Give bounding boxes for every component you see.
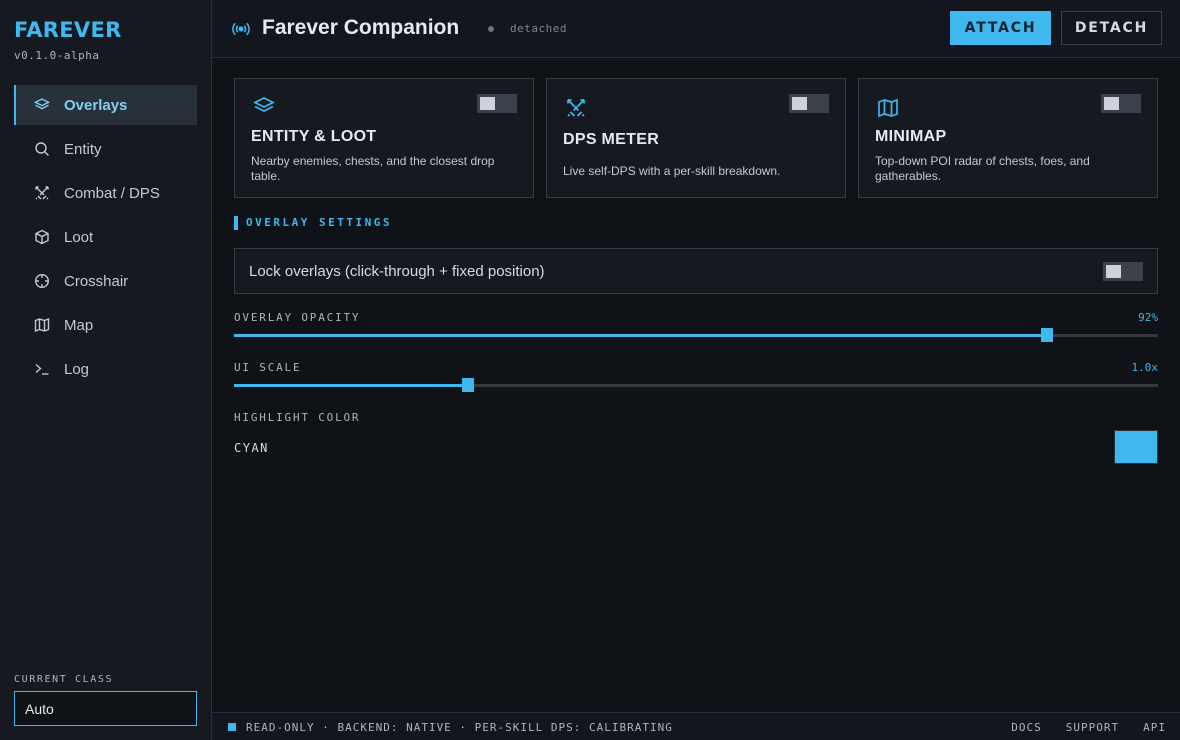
status-indicator-icon (228, 723, 236, 731)
map-icon (877, 97, 899, 119)
sidebar-item-label: Overlays (64, 96, 128, 114)
sidebar: FAREVER v0.1.0-alpha Overlays Entity Com… (0, 0, 212, 740)
sidebar-item-entity[interactable]: Entity (14, 129, 197, 169)
sidebar-item-loot[interactable]: Loot (14, 217, 197, 257)
connection-status: detached (510, 22, 567, 35)
sidebar-item-label: Log (64, 360, 90, 378)
brand: FAREVER v0.1.0-alpha (14, 18, 122, 62)
sidebar-nav: Overlays Entity Combat / DPS Loot Crossh… (14, 85, 197, 393)
crosshair-icon (34, 273, 50, 289)
footer-links: DOCS SUPPORT API (987, 721, 1166, 734)
section-title: OVERLAY SETTINGS (234, 216, 392, 230)
current-class-label: CURRENT CLASS (14, 674, 114, 685)
sidebar-item-overlays[interactable]: Overlays (14, 85, 197, 125)
entity-loot-toggle[interactable] (477, 94, 517, 113)
ui-scale-label: UI SCALE (234, 361, 302, 374)
opacity-value: 92% (1138, 311, 1158, 324)
sidebar-item-label: Map (64, 316, 94, 334)
sidebar-item-crosshair[interactable]: Crosshair (14, 261, 197, 301)
layers-icon (253, 95, 275, 117)
search-icon (34, 141, 50, 157)
card-description: Nearby enemies, chests, and the closest … (251, 154, 495, 183)
ui-scale-value: 1.0x (1131, 361, 1159, 374)
api-link[interactable]: API (1143, 721, 1166, 734)
status-dot-icon (488, 26, 494, 32)
lock-overlays-label: Lock overlays (click-through + fixed pos… (249, 263, 545, 280)
highlight-color-swatch[interactable] (1114, 430, 1158, 464)
toggle-knob (1104, 97, 1119, 110)
toggle-knob (480, 97, 495, 110)
opacity-slider-fill (234, 334, 1048, 337)
opacity-slider-thumb[interactable] (1041, 328, 1054, 342)
ui-scale-slider-fill (234, 384, 468, 387)
toggle-knob (1106, 265, 1121, 278)
map-icon (34, 317, 50, 333)
current-class-input[interactable] (14, 691, 197, 726)
card-description: Live self-DPS with a per-skill breakdown… (563, 164, 781, 178)
dps-meter-toggle[interactable] (789, 94, 829, 113)
sidebar-item-combat-dps[interactable]: Combat / DPS (14, 173, 197, 213)
status-bar-text: READ-ONLY · BACKEND: NATIVE · PER-SKILL … (246, 721, 673, 734)
layers-icon (34, 97, 50, 113)
sidebar-item-map[interactable]: Map (14, 305, 197, 345)
docs-link[interactable]: DOCS (1011, 721, 1042, 734)
card-description: Top-down POI radar of chests, foes, and … (875, 154, 1090, 183)
sidebar-item-label: Combat / DPS (64, 184, 160, 202)
sidebar-item-log[interactable]: Log (14, 349, 197, 389)
swords-icon (565, 97, 587, 119)
brand-logo: FAREVER (14, 18, 122, 42)
broadcast-icon (232, 20, 250, 38)
overlay-card-entity-loot: ENTITY & LOOT Nearby enemies, chests, an… (234, 78, 534, 198)
lock-overlays-toggle[interactable] (1103, 262, 1143, 281)
highlight-color-label: HIGHLIGHT COLOR (234, 411, 361, 424)
status-bar: READ-ONLY · BACKEND: NATIVE · PER-SKILL … (212, 712, 1180, 740)
header: Farever Companion detached ATTACH DETACH (212, 0, 1180, 58)
opacity-slider[interactable] (234, 328, 1158, 342)
sidebar-item-label: Loot (64, 228, 94, 246)
page-title: Farever Companion (262, 16, 460, 39)
brand-version: v0.1.0-alpha (14, 49, 100, 62)
opacity-label: OVERLAY OPACITY (234, 311, 361, 324)
overlay-card-minimap: MINIMAP Top-down POI radar of chests, fo… (858, 78, 1158, 198)
box-icon (34, 229, 50, 245)
minimap-toggle[interactable] (1101, 94, 1141, 113)
attach-button[interactable]: ATTACH (950, 11, 1051, 45)
card-title: MINIMAP (875, 128, 947, 145)
ui-scale-slider[interactable] (234, 378, 1158, 392)
sidebar-item-label: Crosshair (64, 272, 129, 290)
swords-icon (34, 185, 50, 201)
support-link[interactable]: SUPPORT (1066, 721, 1119, 734)
overlay-card-dps-meter: DPS METER Live self-DPS with a per-skill… (546, 78, 846, 198)
lock-overlays-row: Lock overlays (click-through + fixed pos… (234, 248, 1158, 294)
highlight-color-name: CYAN (234, 441, 269, 455)
ui-scale-slider-thumb[interactable] (461, 378, 474, 392)
card-title: DPS METER (563, 131, 660, 148)
detach-button[interactable]: DETACH (1061, 11, 1162, 45)
card-title: ENTITY & LOOT (251, 128, 377, 145)
terminal-icon (34, 361, 50, 377)
sidebar-item-label: Entity (64, 140, 102, 158)
toggle-knob (792, 97, 807, 110)
